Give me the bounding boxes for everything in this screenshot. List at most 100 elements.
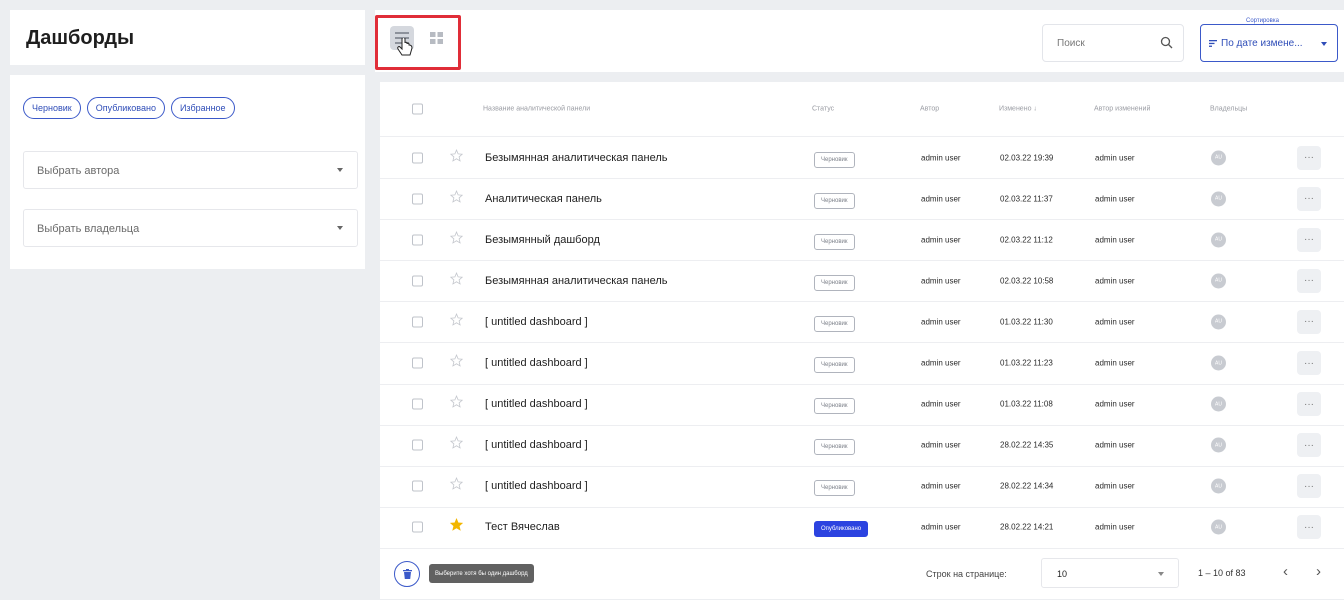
modified-by-cell: admin user bbox=[1095, 194, 1135, 204]
dashboard-name-link[interactable]: [ untitled dashboard ] bbox=[485, 398, 588, 410]
dashboard-name-link[interactable]: Аналитическая панель bbox=[485, 193, 602, 205]
modified-by-cell: admin user bbox=[1095, 153, 1135, 162]
author-select[interactable]: Выбрать автора bbox=[23, 151, 358, 189]
table-row[interactable]: Тест Вячеслав Опубликовано admin user 28.02… bbox=[380, 507, 1344, 549]
modified-by-cell: admin user bbox=[1095, 235, 1135, 245]
dashboard-name-link[interactable]: [ untitled dashboard ] bbox=[485, 439, 588, 451]
favorite-toggle[interactable] bbox=[449, 271, 464, 290]
author-cell: admin user bbox=[921, 481, 961, 491]
status-cell: Опубликовано bbox=[814, 517, 869, 538]
star-icon bbox=[449, 354, 464, 367]
next-page-button[interactable]: › bbox=[1316, 563, 1321, 580]
row-checkbox[interactable] bbox=[412, 398, 423, 410]
owner-avatar: AU bbox=[1211, 355, 1226, 371]
col-modified[interactable]: Изменено ↓ bbox=[999, 106, 1037, 113]
dashboard-name-link[interactable]: [ untitled dashboard ] bbox=[485, 480, 588, 492]
favorite-toggle[interactable] bbox=[449, 436, 464, 454]
row-actions-button[interactable]: ··· bbox=[1297, 186, 1321, 211]
status-badge: Черновик bbox=[814, 151, 855, 168]
table-row[interactable]: [ untitled dashboard ] Черновик admin user… bbox=[380, 343, 1344, 385]
owner-avatar: AU bbox=[1211, 314, 1226, 330]
chip-draft[interactable]: Черновик bbox=[23, 97, 81, 119]
favorite-toggle[interactable] bbox=[449, 477, 464, 495]
favorite-toggle[interactable] bbox=[449, 189, 464, 208]
row-checkbox[interactable] bbox=[412, 357, 423, 369]
col-author[interactable]: Автор bbox=[920, 106, 939, 113]
col-status[interactable]: Статус bbox=[812, 106, 834, 113]
dashboard-name-link[interactable]: Безымянная аналитическая панель bbox=[485, 275, 667, 287]
delete-button[interactable] bbox=[394, 561, 420, 587]
dashboard-name-link[interactable]: Безымянный дашборд bbox=[485, 234, 600, 246]
favorite-toggle[interactable] bbox=[449, 354, 464, 372]
row-actions-button[interactable]: ··· bbox=[1297, 433, 1321, 458]
row-checkbox[interactable] bbox=[412, 521, 423, 533]
table-row[interactable]: [ untitled dashboard ] Черновик admin user… bbox=[380, 301, 1344, 344]
row-checkbox[interactable] bbox=[412, 234, 423, 246]
sort-value-wrap: По дате измене... bbox=[1209, 38, 1303, 49]
row-actions-button[interactable]: ··· bbox=[1297, 268, 1321, 293]
status-filter-chips: Черновик Опубликовано Избранное bbox=[23, 97, 235, 119]
chip-published[interactable]: Опубликовано bbox=[86, 97, 165, 119]
favorite-toggle[interactable] bbox=[449, 148, 464, 167]
row-checkbox[interactable] bbox=[412, 152, 423, 163]
modified-by-cell: admin user bbox=[1095, 399, 1135, 409]
row-actions-button[interactable]: ··· bbox=[1297, 392, 1321, 417]
author-cell: admin user bbox=[921, 358, 961, 368]
table-row[interactable]: Безымянная аналитическая панель Черновик a… bbox=[380, 260, 1344, 303]
table-row[interactable]: [ untitled dashboard ] Черновик admin user… bbox=[380, 384, 1344, 426]
row-actions-button[interactable]: ··· bbox=[1297, 515, 1321, 540]
rows-per-page-select[interactable]: 10 bbox=[1041, 558, 1179, 588]
toolbar: Поиск Сортировка По дате измене... bbox=[375, 10, 1344, 72]
pagination-range: 1 – 10 of 83 bbox=[1198, 568, 1246, 578]
select-all-checkbox[interactable] bbox=[412, 103, 423, 115]
status-badge: Черновик bbox=[814, 192, 855, 209]
row-actions-button[interactable]: ··· bbox=[1297, 351, 1321, 375]
col-name[interactable]: Название аналитической панели bbox=[483, 106, 590, 113]
modified-cell: 02.03.22 10:58 bbox=[1000, 276, 1054, 286]
row-checkbox[interactable] bbox=[412, 193, 423, 205]
row-checkbox[interactable] bbox=[412, 480, 423, 492]
modified-cell: 01.03.22 11:08 bbox=[1000, 399, 1053, 409]
favorite-toggle[interactable] bbox=[449, 395, 464, 413]
sort-value: По дате измене... bbox=[1221, 38, 1303, 49]
dashboard-name-link[interactable]: [ untitled dashboard ] bbox=[485, 357, 588, 369]
sort-select[interactable]: Сортировка По дате измене... bbox=[1200, 18, 1338, 62]
favorite-toggle[interactable] bbox=[449, 518, 464, 536]
status-badge: Черновик bbox=[814, 357, 855, 373]
table-row[interactable]: Безымянная аналитическая панель Черновик a… bbox=[380, 137, 1344, 179]
row-checkbox[interactable] bbox=[412, 439, 423, 451]
chevron-down-icon bbox=[337, 226, 343, 230]
favorite-toggle[interactable] bbox=[449, 312, 464, 331]
modified-cell: 02.03.22 11:12 bbox=[1000, 235, 1053, 245]
row-actions-button[interactable]: ··· bbox=[1297, 474, 1321, 499]
col-owners[interactable]: Владельцы bbox=[1210, 106, 1247, 113]
search-input[interactable]: Поиск bbox=[1042, 24, 1184, 62]
status-cell: Черновик bbox=[814, 189, 855, 209]
table-row[interactable]: Безымянный дашборд Черновик admin user 02.0… bbox=[380, 219, 1344, 262]
table-row[interactable]: Аналитическая панель Черновик admin user 02… bbox=[380, 178, 1344, 221]
status-cell: Черновик bbox=[814, 271, 855, 291]
dashboard-name-link[interactable]: Безымянная аналитическая панель bbox=[485, 152, 667, 164]
row-checkbox[interactable] bbox=[412, 316, 423, 328]
col-modified-by[interactable]: Автор изменений bbox=[1094, 106, 1150, 113]
dashboard-name-link[interactable]: Тест Вячеслав bbox=[485, 521, 560, 533]
star-icon bbox=[449, 271, 464, 285]
star-icon bbox=[449, 395, 464, 408]
favorite-toggle[interactable] bbox=[449, 230, 464, 249]
search-placeholder: Поиск bbox=[1057, 38, 1085, 49]
sort-icon bbox=[1209, 40, 1217, 47]
author-cell: admin user bbox=[921, 276, 961, 286]
row-actions-button[interactable]: ··· bbox=[1297, 309, 1321, 334]
owner-select[interactable]: Выбрать владельца bbox=[23, 209, 358, 247]
chip-favorite[interactable]: Избранное bbox=[170, 97, 235, 119]
table-row[interactable]: [ untitled dashboard ] Черновик admin user… bbox=[380, 466, 1344, 508]
row-actions-button[interactable]: ··· bbox=[1297, 145, 1321, 170]
star-icon bbox=[449, 518, 464, 532]
row-actions-button[interactable]: ··· bbox=[1297, 227, 1321, 252]
search-icon[interactable] bbox=[1160, 36, 1173, 49]
prev-page-button[interactable]: ‹ bbox=[1283, 563, 1288, 580]
row-checkbox[interactable] bbox=[412, 275, 423, 287]
dashboard-name-link[interactable]: [ untitled dashboard ] bbox=[485, 316, 588, 328]
table-row[interactable]: [ untitled dashboard ] Черновик admin user… bbox=[380, 425, 1344, 467]
star-icon bbox=[449, 477, 464, 491]
